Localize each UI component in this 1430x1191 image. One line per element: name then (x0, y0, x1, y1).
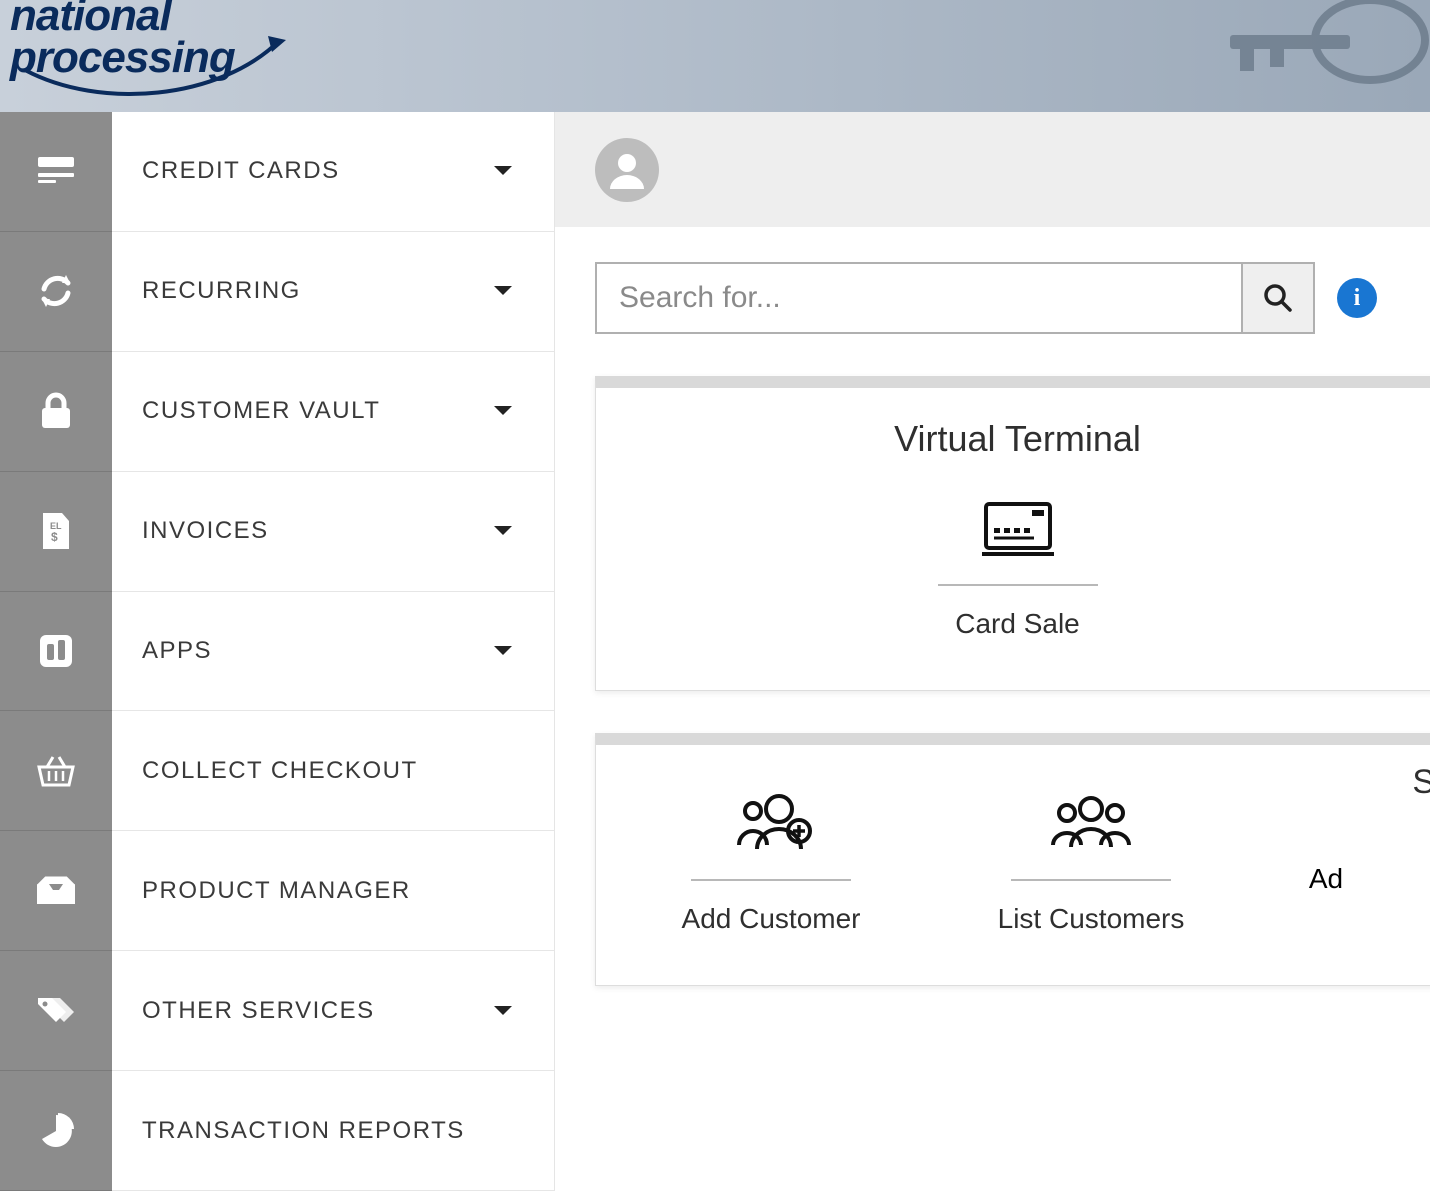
rail-icon-apps[interactable] (0, 592, 112, 712)
tile-list-customers[interactable]: List Customers (976, 785, 1206, 935)
nav-column: CREDIT CARDS RECURRING CUSTOMER VAULT IN… (112, 112, 555, 1191)
key-decor-icon (1170, 0, 1430, 112)
brand-logo: national processing (10, 0, 235, 79)
rail-icon-recurring[interactable] (0, 232, 112, 352)
nav-item-transaction-reports[interactable]: TRANSACTION REPORTS (112, 1071, 554, 1191)
tile-label: List Customers (998, 903, 1185, 935)
panel-title: Virtual Terminal (596, 418, 1430, 460)
nav-label: PRODUCT MANAGER (142, 877, 411, 905)
chevron-down-icon (492, 164, 514, 178)
nav-label: CUSTOMER VAULT (142, 397, 380, 425)
nav-item-credit-cards[interactable]: CREDIT CARDS (112, 112, 554, 232)
rail-icon-customer-vault[interactable] (0, 352, 112, 472)
chevron-down-icon (492, 1004, 514, 1018)
brand-line2: processing (10, 37, 235, 79)
card-swipe-icon (978, 490, 1058, 568)
lock-icon (39, 391, 73, 431)
nav-item-product-manager[interactable]: PRODUCT MANAGER (112, 831, 554, 951)
content-area: i Virtual Terminal (555, 112, 1430, 1191)
profile-bar (555, 112, 1430, 227)
nav-label: CREDIT CARDS (142, 157, 340, 185)
pie-chart-icon (37, 1112, 75, 1150)
avatar[interactable] (595, 138, 659, 202)
nav-item-collect-checkout[interactable]: COLLECT CHECKOUT (112, 711, 554, 831)
info-icon[interactable]: i (1337, 278, 1377, 318)
rail-icon-transaction-reports[interactable] (0, 1071, 112, 1191)
nav-item-other-services[interactable]: OTHER SERVICES (112, 951, 554, 1071)
nav-label: RECURRING (142, 277, 301, 305)
rail-icon-other-services[interactable] (0, 951, 112, 1071)
rail-icon-product-manager[interactable] (0, 831, 112, 951)
credit-card-icon (37, 156, 75, 186)
nav-label: APPS (142, 637, 212, 665)
chevron-down-icon (492, 524, 514, 538)
tile-label: Card Sale (955, 608, 1080, 640)
svg-text:$: $ (51, 530, 58, 544)
app-header: national processing (0, 0, 1430, 112)
nav-label: COLLECT CHECKOUT (142, 757, 418, 785)
tile-label: Add Customer (682, 903, 861, 935)
nav-item-invoices[interactable]: INVOICES (112, 472, 554, 592)
nav-label: TRANSACTION REPORTS (142, 1117, 465, 1145)
apps-icon (39, 634, 73, 668)
brand-line1: national (10, 0, 235, 37)
tile-card-sale[interactable]: Card Sale (903, 490, 1133, 640)
search-button[interactable] (1241, 264, 1313, 332)
chevron-down-icon (492, 644, 514, 658)
nav-label: OTHER SERVICES (142, 997, 375, 1025)
chevron-down-icon (492, 284, 514, 298)
nav-item-recurring[interactable]: RECURRING (112, 232, 554, 352)
panel-virtual-terminal: Virtual Terminal (595, 376, 1430, 691)
tile-add-customer[interactable]: Add Customer (656, 785, 886, 935)
nav-item-apps[interactable]: APPS (112, 592, 554, 712)
panel-title-fragment: S (1412, 763, 1430, 802)
tile-label-fragment: Ad (1309, 863, 1343, 895)
rail-icon-invoices[interactable]: EL $ (0, 472, 112, 592)
search-input[interactable] (597, 264, 1241, 332)
rail-icon-credit-cards[interactable] (0, 112, 112, 232)
tile-divider (938, 584, 1098, 586)
add-customer-icon (721, 785, 821, 863)
chevron-down-icon (492, 404, 514, 418)
tile-divider (691, 879, 851, 881)
person-icon (604, 147, 650, 193)
search-wrap (595, 262, 1315, 334)
search-row: i (595, 262, 1430, 334)
search-icon (1262, 282, 1294, 314)
nav-label: INVOICES (142, 517, 269, 545)
icon-rail: EL $ (0, 112, 112, 1191)
tile-divider (1011, 879, 1171, 881)
panel-customers: S (595, 733, 1430, 986)
list-customers-icon (1039, 785, 1143, 863)
invoice-icon: EL $ (40, 511, 72, 551)
tile-cutoff[interactable]: Ad (1296, 785, 1356, 935)
rail-icon-collect-checkout[interactable] (0, 711, 112, 831)
box-icon (35, 874, 77, 908)
basket-icon (35, 753, 77, 789)
nav-item-customer-vault[interactable]: CUSTOMER VAULT (112, 352, 554, 472)
tags-icon (34, 994, 78, 1028)
refresh-icon (36, 271, 76, 311)
